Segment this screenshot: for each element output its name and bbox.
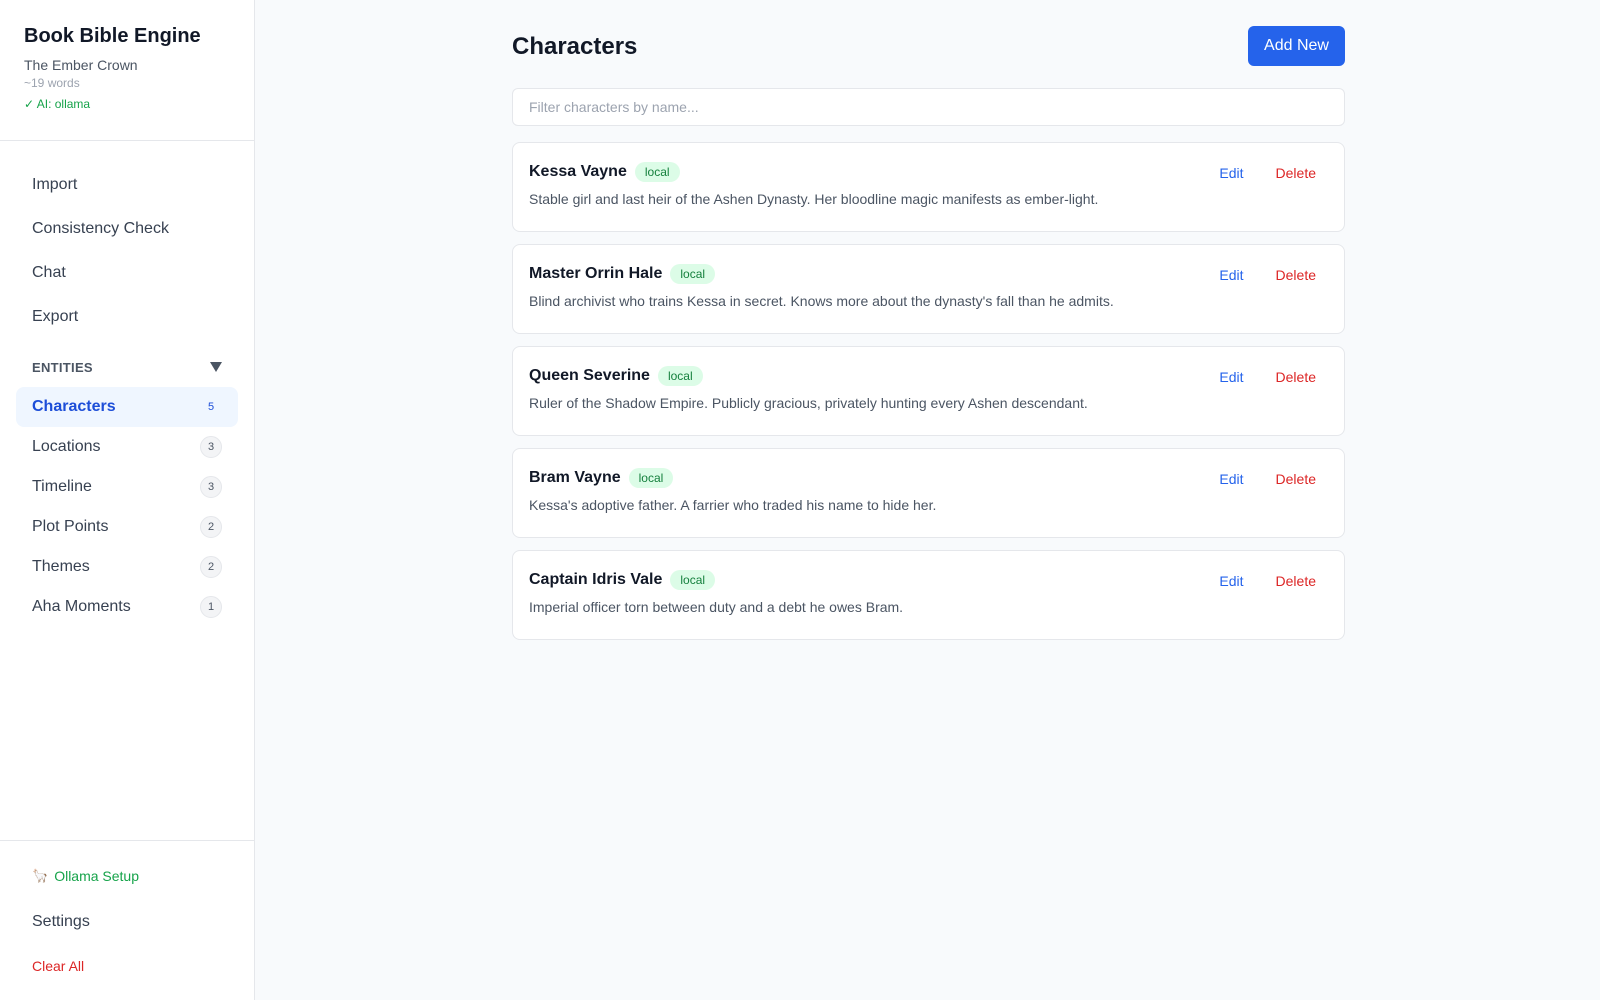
app-title: Book Bible Engine (24, 25, 201, 47)
sidebar-item-label: Aha Moments (32, 598, 131, 615)
sidebar-item-plot-points[interactable]: Plot Points 2 (16, 507, 238, 547)
character-name: Captain Idris Vale (529, 571, 663, 588)
edit-button[interactable]: Edit (1219, 471, 1243, 487)
count-badge: 1 (200, 596, 222, 618)
character-card: Bram Vayne local Kessa's adoptive father… (512, 448, 1345, 538)
sidebar-footer: 🦙 Ollama Setup Settings Clear All (0, 840, 254, 1000)
character-description: Ruler of the Shadow Empire. Publicly gra… (529, 395, 1088, 411)
settings-link[interactable]: Settings (16, 893, 238, 951)
llama-icon: 🦙 (32, 868, 49, 883)
sidebar-item-locations[interactable]: Locations 3 (16, 427, 238, 467)
character-card: Queen Severine local Ruler of the Shadow… (512, 346, 1345, 436)
character-card: Captain Idris Vale local Imperial office… (512, 550, 1345, 640)
edit-button[interactable]: Edit (1219, 267, 1243, 283)
character-name: Queen Severine (529, 367, 650, 384)
nav-export[interactable]: Export (16, 295, 238, 339)
ollama-setup-label: Ollama Setup (54, 868, 140, 884)
sidebar-item-characters[interactable]: Characters 5 (16, 387, 238, 427)
delete-button[interactable]: Delete (1276, 165, 1316, 181)
character-description: Imperial officer torn between duty and a… (529, 599, 904, 615)
ollama-setup-link[interactable]: 🦙 Ollama Setup (16, 859, 238, 893)
edit-button[interactable]: Edit (1219, 573, 1243, 589)
count-badge: 5 (207, 401, 215, 413)
sidebar-item-timeline[interactable]: Timeline 3 (16, 467, 238, 507)
page-header: Characters Add New (512, 0, 1345, 88)
entities-toggle[interactable]: ENTITIES (16, 351, 238, 383)
main-content: Characters Add New Kessa Vayne local Sta… (512, 0, 1345, 652)
character-card: Master Orrin Hale local Blind archivist … (512, 244, 1345, 334)
entities-list: Characters 5 Locations 3 Timeline 3 Plot… (0, 383, 254, 627)
count-badge: 3 (200, 476, 222, 498)
sidebar-item-aha-moments[interactable]: Aha Moments 1 (16, 587, 238, 627)
delete-button[interactable]: Delete (1276, 573, 1316, 589)
character-card: Kessa Vayne local Stable girl and last h… (512, 142, 1345, 232)
page-title: Characters (512, 33, 638, 60)
edit-button[interactable]: Edit (1219, 165, 1243, 181)
source-tag: local (670, 264, 716, 284)
delete-button[interactable]: Delete (1276, 471, 1316, 487)
caret-down-icon (210, 362, 222, 372)
sidebar-item-label: Timeline (32, 478, 92, 495)
character-name: Master Orrin Hale (529, 265, 663, 282)
source-tag: local (634, 162, 680, 182)
sidebar: Book Bible Engine The Ember Crown ~19 wo… (0, 0, 255, 1000)
nav-chat[interactable]: Chat (16, 251, 238, 295)
delete-button[interactable]: Delete (1276, 267, 1316, 283)
character-description: Blind archivist who trains Kessa in secr… (529, 293, 1114, 309)
brand-block: Book Bible Engine The Ember Crown ~19 wo… (0, 0, 254, 141)
ai-status: ✓ AI: ollama (24, 97, 91, 111)
nav-import[interactable]: Import (16, 163, 238, 207)
character-description: Kessa's adoptive father. A farrier who t… (529, 497, 937, 513)
add-new-button[interactable]: Add New (1248, 26, 1345, 66)
sidebar-item-themes[interactable]: Themes 2 (16, 547, 238, 587)
character-description: Stable girl and last heir of the Ashen D… (529, 191, 1099, 207)
character-list: Kessa Vayne local Stable girl and last h… (512, 142, 1345, 640)
source-tag: local (670, 570, 716, 590)
clear-all-button[interactable]: Clear All (16, 951, 238, 981)
source-tag: local (628, 468, 674, 488)
sidebar-item-label: Characters (32, 398, 116, 415)
filter-input[interactable] (512, 88, 1345, 126)
count-badge: 2 (200, 516, 222, 538)
count-badge: 2 (200, 556, 222, 578)
sidebar-item-label: Plot Points (32, 518, 109, 535)
sidebar-item-label: Locations (32, 438, 101, 455)
character-name: Kessa Vayne (529, 163, 627, 180)
nav-consistency-check[interactable]: Consistency Check (16, 207, 238, 251)
book-title: The Ember Crown (24, 57, 138, 73)
sidebar-item-label: Themes (32, 558, 90, 575)
count-badge: 3 (200, 436, 222, 458)
entities-heading: ENTITIES (32, 359, 93, 375)
source-tag: local (657, 366, 703, 386)
word-count: ~19 words (24, 76, 80, 90)
character-name: Bram Vayne (529, 469, 621, 486)
delete-button[interactable]: Delete (1276, 369, 1316, 385)
main-nav: Import Consistency Check Chat Export (0, 141, 254, 339)
edit-button[interactable]: Edit (1219, 369, 1243, 385)
